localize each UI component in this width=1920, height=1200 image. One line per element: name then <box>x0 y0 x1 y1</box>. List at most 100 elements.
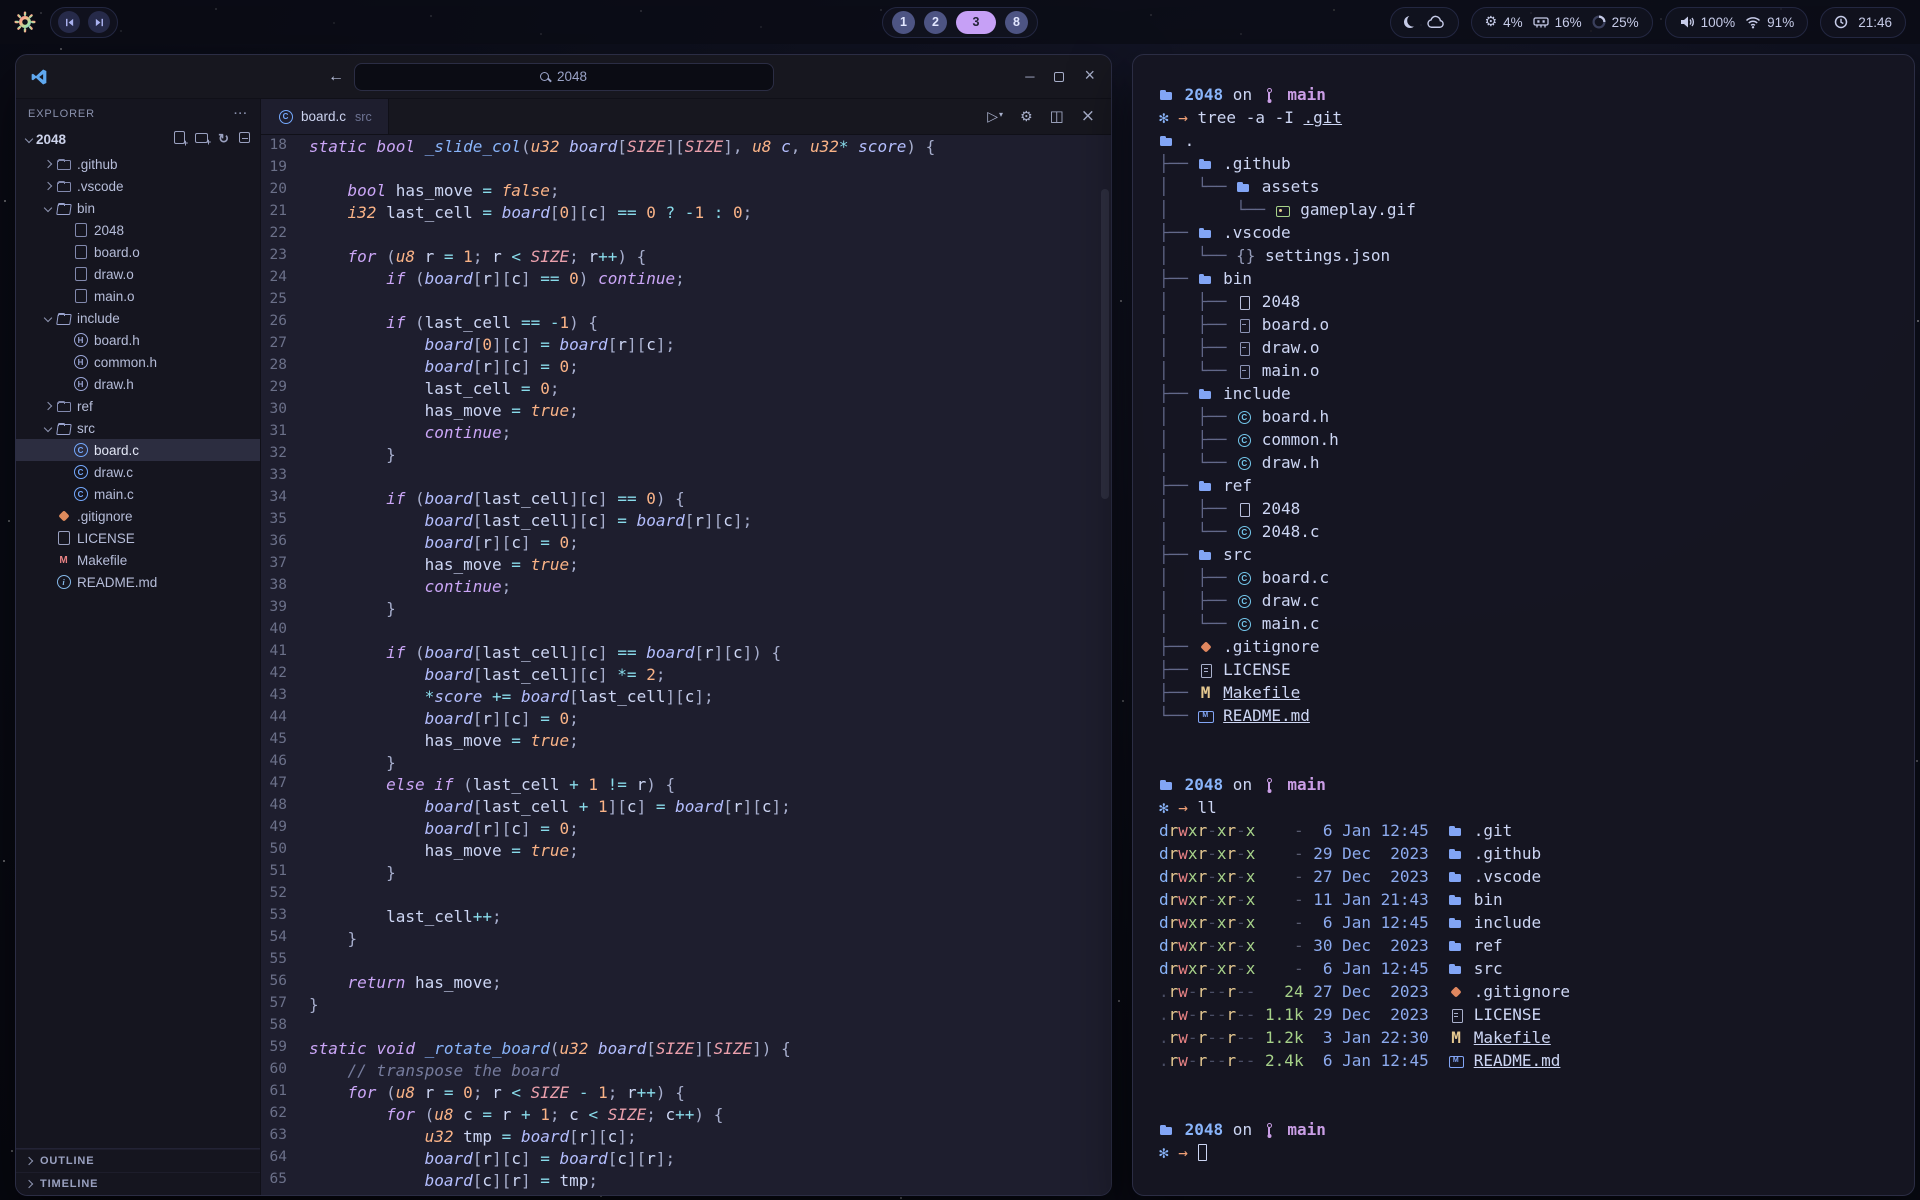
tree-item-main.o[interactable]: main.o <box>16 285 260 307</box>
tree-item-draw.c[interactable]: draw.c <box>16 461 260 483</box>
code-line[interactable]: 61 for (u8 r = 0; r < SIZE - 1; r++) { <box>261 1083 1111 1105</box>
run-icon[interactable] <box>987 110 1003 124</box>
tree-item-README.md[interactable]: README.md <box>16 571 260 593</box>
tree-item-board.o[interactable]: board.o <box>16 241 260 263</box>
code-line[interactable]: 24 if (board[r][c] == 0) continue; <box>261 269 1111 291</box>
new-folder-icon[interactable] <box>195 133 208 143</box>
code-line[interactable]: 32 } <box>261 445 1111 467</box>
tab-board-c[interactable]: board.c src <box>261 99 389 134</box>
workspace-8[interactable]: 8 <box>1005 11 1028 34</box>
new-file-icon[interactable] <box>174 131 185 144</box>
code-line[interactable]: 44 board[r][c] = 0; <box>261 709 1111 731</box>
code-line[interactable]: 20 bool has_move = false; <box>261 181 1111 203</box>
code-line[interactable]: 42 board[last_cell][c] *= 2; <box>261 665 1111 687</box>
tree-item-.vscode[interactable]: .vscode <box>16 175 260 197</box>
back-button[interactable] <box>328 68 344 86</box>
maximize-button[interactable] <box>1054 72 1064 82</box>
scrollbar-thumb[interactable] <box>1101 189 1109 499</box>
code-line[interactable]: 50 has_move = true; <box>261 841 1111 863</box>
settings-icon[interactable] <box>1020 110 1033 124</box>
code-line[interactable]: 22 <box>261 225 1111 247</box>
terminal-window[interactable]: 2048 on main✻ → tree -a -I .git .├── .gi… <box>1132 54 1915 1196</box>
code-line[interactable]: 64 board[r][c] = board[c][r]; <box>261 1149 1111 1171</box>
code-line[interactable]: 55 <box>261 951 1111 973</box>
code-line[interactable]: 27 board[0][c] = board[r][c]; <box>261 335 1111 357</box>
code-line[interactable]: 49 board[r][c] = 0; <box>261 819 1111 841</box>
editor-scrollbar[interactable] <box>1101 189 1109 1189</box>
code-line[interactable]: 28 board[r][c] = 0; <box>261 357 1111 379</box>
code-line[interactable]: 65 board[c][r] = tmp; <box>261 1171 1111 1193</box>
minimize-button[interactable] <box>1025 68 1034 86</box>
code-line[interactable]: 21 i32 last_cell = board[0][c] == 0 ? -1… <box>261 203 1111 225</box>
code-line[interactable]: 60 // transpose the board <box>261 1061 1111 1083</box>
code-line[interactable]: 33 <box>261 467 1111 489</box>
code-line[interactable]: 46 } <box>261 753 1111 775</box>
code-line[interactable]: 29 last_cell = 0; <box>261 379 1111 401</box>
tree-item-.gitignore[interactable]: .gitignore <box>16 505 260 527</box>
weather-widget[interactable] <box>1390 7 1459 38</box>
code-line[interactable]: 25 <box>261 291 1111 313</box>
code-line[interactable]: 38 continue; <box>261 577 1111 599</box>
code-line[interactable]: 41 if (board[last_cell][c] == board[r][c… <box>261 643 1111 665</box>
tree-item-LICENSE[interactable]: LICENSE <box>16 527 260 549</box>
command-center-search[interactable]: 2048 <box>354 63 774 91</box>
tree-item-board.h[interactable]: board.h <box>16 329 260 351</box>
tree-item-draw.o[interactable]: draw.o <box>16 263 260 285</box>
split-editor-icon[interactable] <box>1050 109 1064 124</box>
media-previous-button[interactable] <box>58 11 80 33</box>
code-line[interactable]: 45 has_move = true; <box>261 731 1111 753</box>
vscode-titlebar[interactable]: 2048 <box>16 55 1111 99</box>
code-line[interactable]: 53 last_cell++; <box>261 907 1111 929</box>
code-line[interactable]: 48 board[last_cell + 1][c] = board[r][c]… <box>261 797 1111 819</box>
close-button[interactable] <box>1084 68 1095 86</box>
clock-widget[interactable]: 21:46 <box>1820 7 1906 38</box>
panel-outline[interactable]: OUTLINE <box>16 1149 260 1172</box>
tree-item-bin[interactable]: bin <box>16 197 260 219</box>
code-line[interactable]: 26 if (last_cell == -1) { <box>261 313 1111 335</box>
code-line[interactable]: 51 } <box>261 863 1111 885</box>
code-line[interactable]: 36 board[r][c] = 0; <box>261 533 1111 555</box>
tree-item-.github[interactable]: .github <box>16 153 260 175</box>
code-line[interactable]: 58 <box>261 1017 1111 1039</box>
tree-item-main.c[interactable]: main.c <box>16 483 260 505</box>
tree-item-draw.h[interactable]: draw.h <box>16 373 260 395</box>
tree-item-board.c[interactable]: board.c <box>16 439 260 461</box>
code-line[interactable]: 23 for (u8 r = 1; r < SIZE; r++) { <box>261 247 1111 269</box>
workspace-1[interactable]: 1 <box>892 11 915 34</box>
tree-item-2048[interactable]: 2048 <box>16 219 260 241</box>
tree-item-Makefile[interactable]: Makefile <box>16 549 260 571</box>
code-line[interactable]: 30 has_move = true; <box>261 401 1111 423</box>
close-icon[interactable] <box>1081 108 1095 125</box>
workspace-3[interactable]: 3 <box>956 11 996 34</box>
code-line[interactable]: 37 has_move = true; <box>261 555 1111 577</box>
refresh-icon[interactable] <box>218 131 229 147</box>
code-line[interactable]: 59static void _rotate_board(u32 board[SI… <box>261 1039 1111 1061</box>
tree-item-ref[interactable]: ref <box>16 395 260 417</box>
collapse-all-icon[interactable] <box>239 132 250 143</box>
system-stats-widget[interactable]: ⚙ 4% 16% 25% <box>1471 7 1653 38</box>
tree-item-common.h[interactable]: common.h <box>16 351 260 373</box>
code-line[interactable]: 43 *score += board[last_cell][c]; <box>261 687 1111 709</box>
tree-item-include[interactable]: include <box>16 307 260 329</box>
audio-network-widget[interactable]: 100% 91% <box>1665 7 1809 38</box>
code-line[interactable]: 54 } <box>261 929 1111 951</box>
explorer-more-icon[interactable] <box>234 108 248 120</box>
code-line[interactable]: 63 u32 tmp = board[r][c]; <box>261 1127 1111 1149</box>
code-line[interactable]: 39 } <box>261 599 1111 621</box>
code-line[interactable]: 31 continue; <box>261 423 1111 445</box>
tree-item-src[interactable]: src <box>16 417 260 439</box>
workspace-2[interactable]: 2 <box>924 11 947 34</box>
media-next-button[interactable] <box>88 11 110 33</box>
code-line[interactable]: 62 for (u8 c = r + 1; c < SIZE; c++) { <box>261 1105 1111 1127</box>
code-line[interactable]: 52 <box>261 885 1111 907</box>
tree-root[interactable]: 2048 <box>16 127 260 151</box>
panel-timeline[interactable]: TIMELINE <box>16 1172 260 1195</box>
code-line[interactable]: 35 board[last_cell][c] = board[r][c]; <box>261 511 1111 533</box>
code-line[interactable]: 18static bool _slide_col(u32 board[SIZE]… <box>261 137 1111 159</box>
code-line[interactable]: 47 else if (last_cell + 1 != r) { <box>261 775 1111 797</box>
launcher-gear-icon[interactable] <box>14 11 36 33</box>
code-line[interactable]: 56 return has_move; <box>261 973 1111 995</box>
code-line[interactable]: 19 <box>261 159 1111 181</box>
code-line[interactable]: 57} <box>261 995 1111 1017</box>
code-line[interactable]: 40 <box>261 621 1111 643</box>
